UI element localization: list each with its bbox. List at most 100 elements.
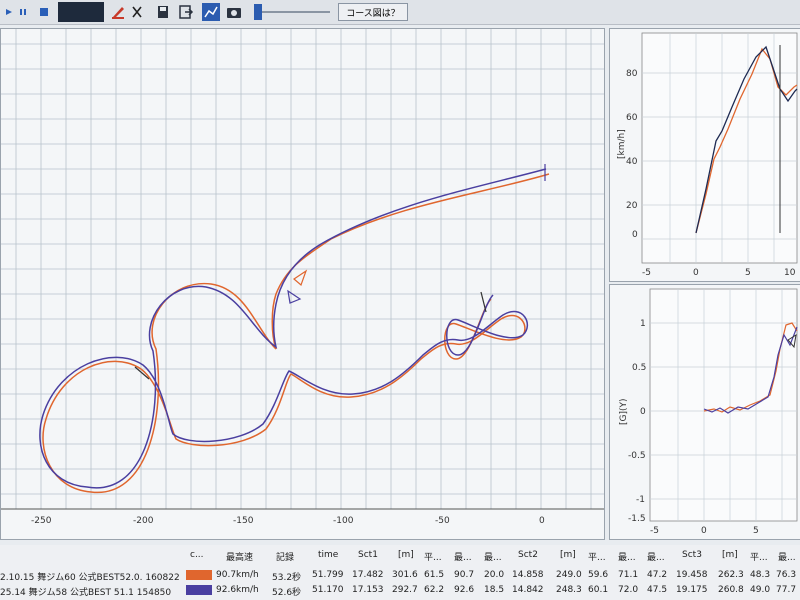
lap-label: 25.14 舞ジム58 公式BEST 51.1 154850 — [0, 588, 172, 598]
y-tick-label: -1.5 — [628, 514, 646, 524]
lap-color-swatch — [186, 585, 212, 595]
table-cell: 301.6 — [392, 570, 418, 580]
y-tick-label: 0 — [632, 230, 638, 240]
x-tick-label: -250 — [31, 516, 52, 526]
table-cell: 249.0 — [556, 570, 582, 580]
brush-icon[interactable] — [110, 4, 126, 20]
table-header: 記録 — [276, 553, 295, 563]
table-header: [m] — [722, 550, 738, 560]
camera-icon[interactable] — [226, 4, 242, 20]
table-cell: 71.1 — [618, 570, 639, 580]
y-tick-label: -1 — [636, 495, 645, 505]
table-cell: 51.799 — [312, 570, 344, 580]
table-cell: 77.7 — [776, 585, 797, 595]
x-tick-label: -5 — [650, 526, 659, 536]
table-header: 最... — [618, 553, 636, 563]
table-cell: 292.7 — [392, 585, 418, 595]
g-force-plot-panel: [G](Y) 1 0.5 0 -0.5 -1 -1.5 -5 0 5 — [609, 284, 800, 540]
speed-plot-panel: [km/h] 80 60 40 20 0 -5 0 5 10 — [609, 28, 800, 282]
table-cell: 47.5 — [647, 585, 668, 595]
x-tick-label: 10 — [784, 268, 796, 278]
table-header: Sct3 — [682, 550, 702, 560]
table-header: c... — [190, 550, 204, 560]
time-display — [58, 2, 104, 22]
table-cell: 51.170 — [312, 585, 344, 595]
save-icon[interactable] — [156, 4, 170, 20]
table-cell: 49.0 — [750, 585, 771, 595]
table-cell: 53.2秒 — [272, 573, 302, 583]
track-map-svg[interactable]: -250 -200 -150 -100 -50 0 — [1, 29, 604, 539]
y-tick-label: 0.5 — [632, 363, 646, 373]
x-tick-label: -200 — [133, 516, 154, 526]
table-cell: 14.842 — [512, 585, 544, 595]
y-tick-label: 0 — [640, 407, 646, 417]
playback-slider[interactable] — [252, 2, 332, 22]
table-cell: 19.175 — [676, 585, 708, 595]
table-cell: 52.6秒 — [272, 588, 302, 598]
table-header: 平... — [750, 553, 768, 563]
table-header: 最... — [778, 553, 796, 563]
direction-arrow-blue — [287, 289, 302, 304]
x-tick-label: 5 — [753, 526, 759, 536]
table-header: 平... — [588, 553, 606, 563]
table-header: 最... — [647, 553, 665, 563]
y-tick-label: 20 — [626, 201, 638, 211]
direction-arrow-orange — [293, 269, 308, 287]
table-header: Sct2 — [518, 550, 538, 560]
table-header: time — [318, 550, 339, 560]
table-cell: 248.3 — [556, 585, 582, 595]
course-map-button[interactable]: コース図は？ — [338, 3, 408, 21]
x-tick-label: 0 — [701, 526, 707, 536]
x-tick-label: -150 — [233, 516, 254, 526]
x-tick-label: -100 — [333, 516, 354, 526]
lap-table: c... 最高速 記録 time Sct1 [m] 平... 最... 最...… — [0, 545, 800, 600]
y-axis-label: [km/h] — [617, 129, 627, 159]
table-cell: 90.7 — [454, 570, 475, 580]
table-cell: 59.6 — [588, 570, 609, 580]
pause-icon[interactable] — [18, 4, 28, 20]
table-header: 最... — [454, 553, 472, 563]
lap-label: 2.10.15 舞ジム60 公式BEST52.0. 160822 — [0, 573, 180, 583]
table-cell: 76.3 — [776, 570, 797, 580]
stop-icon[interactable] — [38, 4, 50, 20]
g-force-plot-svg[interactable]: [G](Y) 1 0.5 0 -0.5 -1 -1.5 -5 0 5 — [610, 285, 800, 539]
table-cell: 92.6 — [454, 585, 475, 595]
y-tick-label: -0.5 — [628, 451, 646, 461]
table-cell: 14.858 — [512, 570, 544, 580]
table-cell: 72.0 — [618, 585, 639, 595]
y-tick-label: 40 — [626, 157, 638, 167]
track-map-panel: -250 -200 -150 -100 -50 0 — [0, 28, 605, 540]
x-tick-label: 0 — [539, 516, 545, 526]
chart-icon[interactable] — [202, 3, 220, 21]
table-cell: 262.3 — [718, 570, 744, 580]
table-cell: 260.8 — [718, 585, 744, 595]
table-cell: 20.0 — [484, 570, 505, 580]
table-header: [m] — [560, 550, 576, 560]
table-header: 最... — [484, 553, 502, 563]
table-header: [m] — [398, 550, 414, 560]
table-header: 平... — [424, 553, 442, 563]
y-tick-label: 1 — [640, 319, 646, 329]
y-axis-label: [G](Y) — [619, 398, 629, 425]
lap-color-swatch — [186, 570, 212, 580]
close-icon[interactable] — [130, 4, 144, 20]
table-cell: 18.5 — [484, 585, 505, 595]
speed-plot-svg[interactable]: [km/h] 80 60 40 20 0 -5 0 5 10 — [610, 29, 800, 281]
y-tick-label: 60 — [626, 113, 638, 123]
table-header: Sct1 — [358, 550, 378, 560]
table-cell: 61.5 — [424, 570, 445, 580]
table-cell: 62.2 — [424, 585, 445, 595]
export-icon[interactable] — [178, 4, 194, 20]
table-cell: 17.153 — [352, 585, 384, 595]
toolbar: コース図は？ — [0, 0, 800, 25]
y-tick-label: 80 — [626, 69, 638, 79]
table-cell: 47.2 — [647, 570, 668, 580]
x-tick-label: 0 — [693, 268, 699, 278]
table-cell: 92.6km/h — [216, 585, 259, 595]
lap-trace-orange — [42, 173, 550, 494]
x-tick-label: 5 — [745, 268, 751, 278]
table-cell: 90.7km/h — [216, 570, 259, 580]
x-tick-label: -5 — [642, 268, 651, 278]
table-header: 最高速 — [226, 553, 254, 563]
play-icon[interactable] — [4, 4, 14, 20]
